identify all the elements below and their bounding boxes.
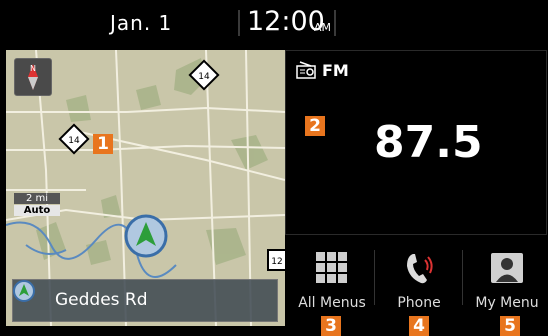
navigation-map[interactable]: 14 14 12 N 2 mi Auto Geddes Rd xyxy=(6,50,285,326)
radio-frequency: 87.5 xyxy=(374,117,483,168)
radio-header: FM xyxy=(296,61,349,83)
map-scale[interactable]: 2 mi Auto xyxy=(14,193,60,216)
phone-label: Phone xyxy=(397,295,441,311)
person-icon xyxy=(491,253,523,283)
date-text: Jan. 1 xyxy=(110,11,173,35)
route-shield-icon: 12 xyxy=(267,249,285,271)
my-menu-label: My Menu xyxy=(475,295,539,311)
all-menus-label: All Menus xyxy=(298,295,366,311)
svg-text:N: N xyxy=(30,64,36,73)
status-bar: Jan. 1 12:00 AM xyxy=(0,0,548,46)
callout-5: 5 xyxy=(500,316,520,336)
phone-button[interactable]: Phone xyxy=(375,240,463,320)
all-menus-button[interactable]: All Menus xyxy=(288,240,376,320)
phone-icon xyxy=(407,254,433,284)
callout-2: 2 xyxy=(305,116,325,136)
radio-icon xyxy=(296,61,316,79)
divider xyxy=(238,10,240,36)
current-street-bar: Geddes Rd xyxy=(12,279,278,322)
scale-mode: Auto xyxy=(14,205,60,216)
callout-4: 4 xyxy=(409,316,429,336)
compass-icon[interactable]: N xyxy=(14,58,52,96)
nav-arrow-icon xyxy=(13,280,35,302)
svg-text:14: 14 xyxy=(68,136,80,146)
svg-text:12: 12 xyxy=(271,257,282,267)
svg-text:14: 14 xyxy=(198,72,210,82)
my-menu-button[interactable]: My Menu xyxy=(463,240,548,320)
divider xyxy=(334,10,336,36)
street-name: Geddes Rd xyxy=(55,290,148,310)
grid-icon xyxy=(316,252,347,283)
scale-distance: 2 mi xyxy=(14,193,60,204)
radio-widget[interactable]: FM 87.5 xyxy=(285,50,547,235)
callout-1: 1 xyxy=(93,134,113,154)
clock-ampm: AM xyxy=(314,21,332,34)
callout-3: 3 xyxy=(321,316,341,336)
current-position-icon xyxy=(124,214,168,258)
radio-band: FM xyxy=(322,61,349,80)
